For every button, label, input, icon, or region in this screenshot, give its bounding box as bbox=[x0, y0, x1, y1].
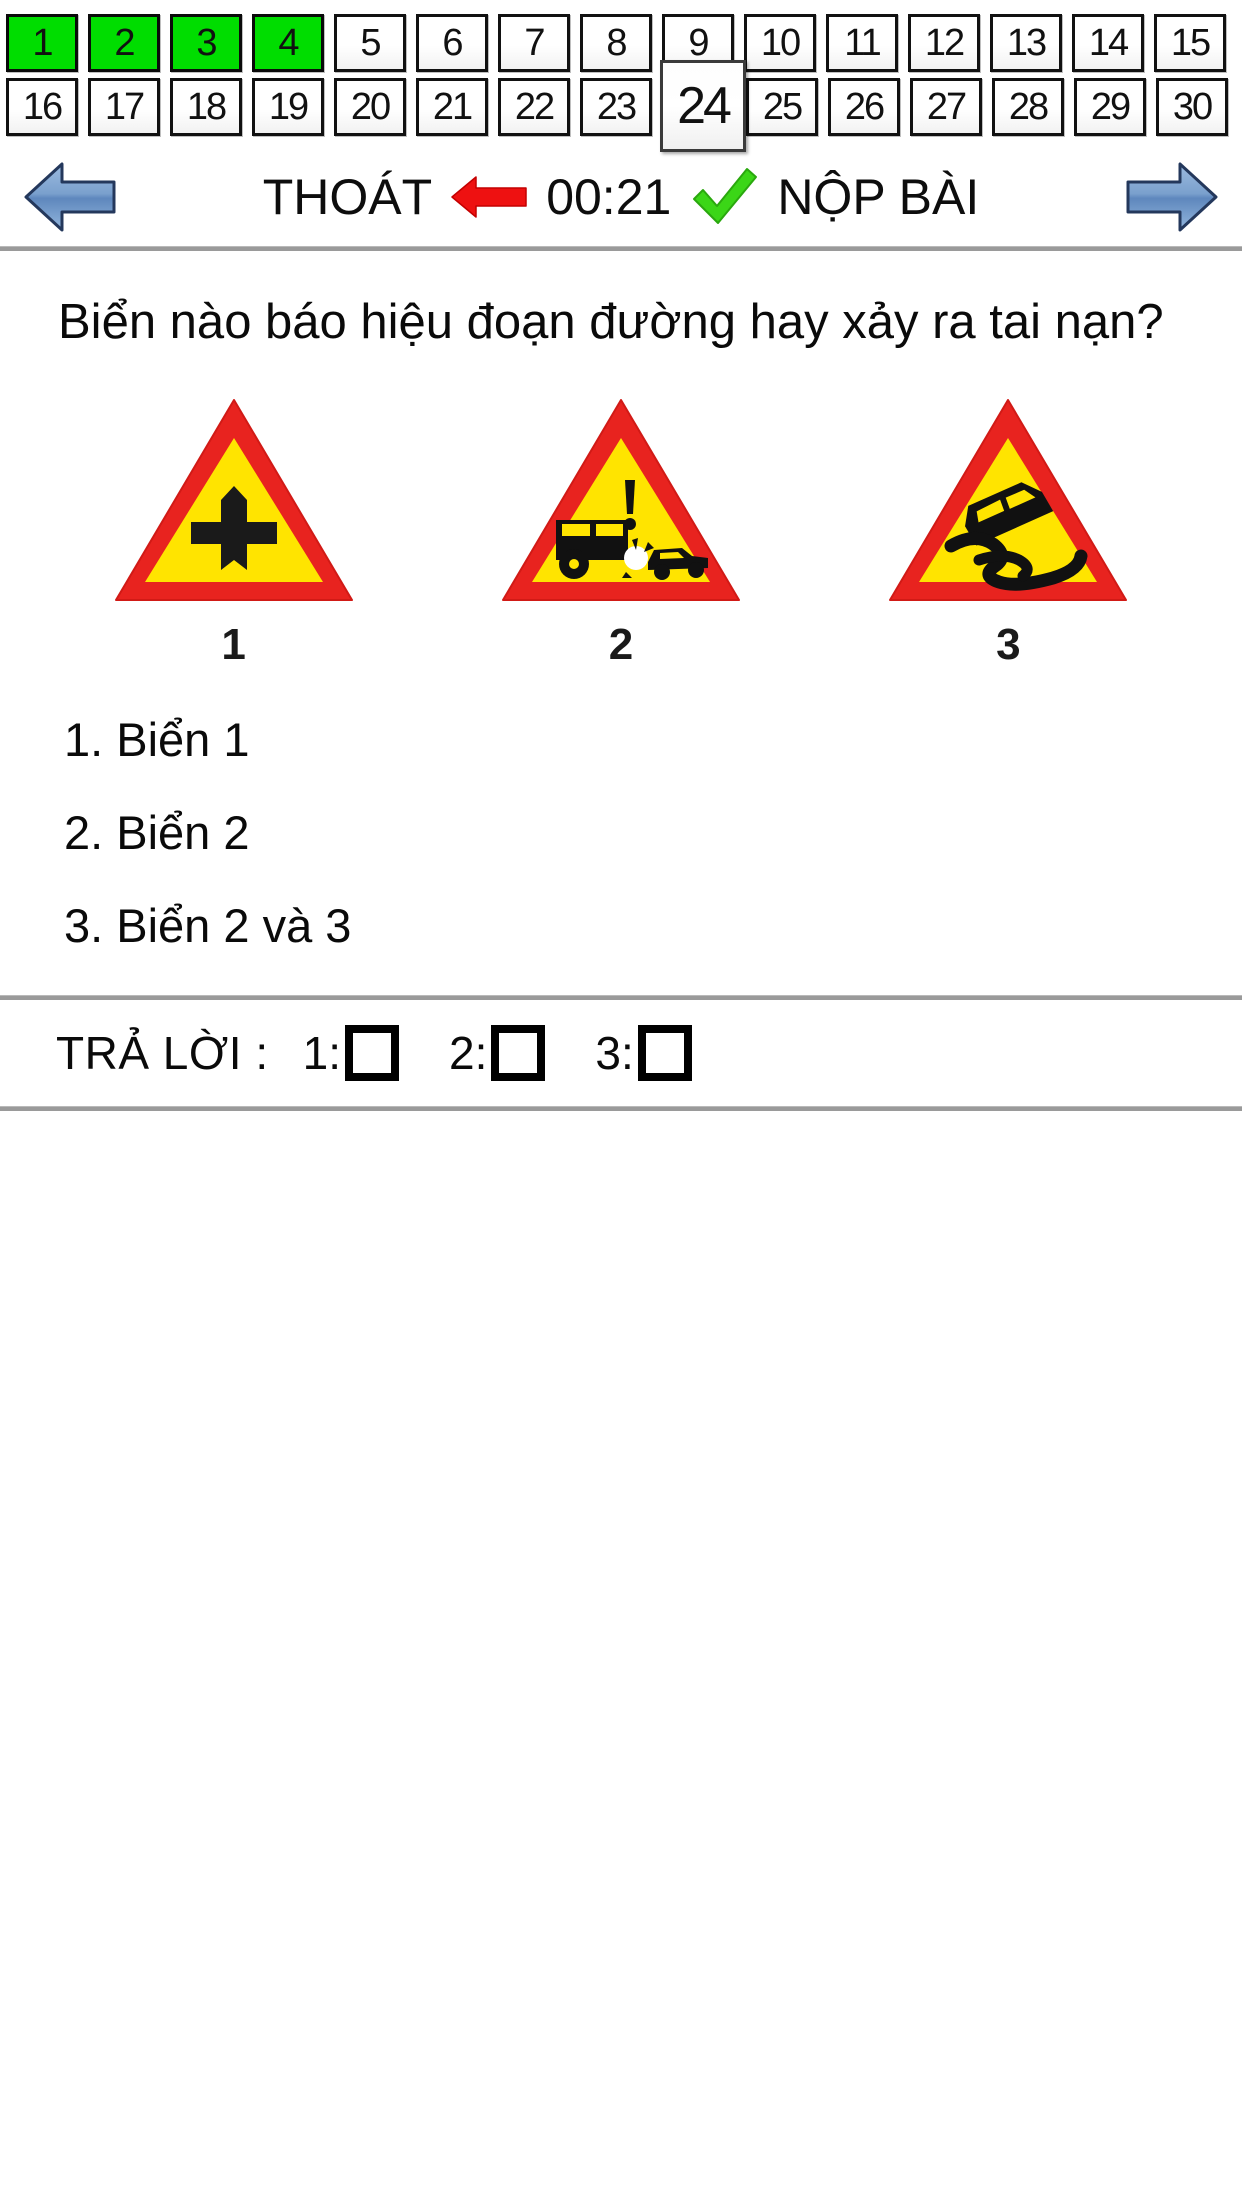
question-number-22[interactable]: 22 bbox=[498, 78, 570, 136]
answer-choice-2[interactable]: 2: bbox=[449, 1024, 546, 1081]
question-number-29[interactable]: 29 bbox=[1074, 78, 1146, 136]
question-number-1[interactable]: 1 bbox=[6, 14, 78, 72]
question-number-12[interactable]: 12 bbox=[908, 14, 980, 72]
question-number-7[interactable]: 7 bbox=[498, 14, 570, 72]
question-number-23[interactable]: 23 bbox=[580, 78, 652, 136]
question-number-8[interactable]: 8 bbox=[580, 14, 652, 72]
sign-block: 2 bbox=[486, 392, 756, 670]
question-text: Biển nào báo hiệu đoạn đường hay xảy ra … bbox=[58, 295, 1164, 349]
question-number-6[interactable]: 6 bbox=[416, 14, 488, 72]
question-number-row: 16 17 18 19 20 21 22 23 24 25 26 27 28 29 30 bbox=[6, 60, 1236, 152]
question-number-27[interactable]: 27 bbox=[910, 78, 982, 136]
question-number-16[interactable]: 16 bbox=[6, 78, 78, 136]
arrow-left-blue-icon[interactable] bbox=[22, 160, 118, 234]
answer-checkbox-3[interactable] bbox=[637, 1024, 692, 1081]
answer-option[interactable]: 3. Biển 2 và 3 bbox=[64, 902, 1242, 949]
question-number-17[interactable]: 17 bbox=[88, 78, 160, 136]
crossroads-warning-sign-icon bbox=[114, 398, 353, 601]
sign-block: 3 bbox=[873, 392, 1143, 670]
submit-button[interactable]: NỘP BÀI bbox=[777, 168, 979, 226]
exam-toolbar: THOÁT 00:21 NỘP BÀI bbox=[0, 148, 1242, 246]
answer-choice-3[interactable]: 3: bbox=[595, 1024, 692, 1081]
answer-choice-number: 2: bbox=[449, 1026, 488, 1079]
toolbar-left-group bbox=[22, 160, 118, 234]
accident-warning-sign-icon bbox=[501, 398, 740, 601]
answer-options-list: 1. Biển 1 2. Biển 2 3. Biển 2 và 3 bbox=[0, 670, 1242, 949]
divider-answer-bottom bbox=[0, 1105, 1242, 1111]
question-number-grid[interactable]: 1 2 3 4 5 6 7 8 9 10 11 12 13 14 15 16 17 18 19 20 21 22 23 24… bbox=[0, 0, 1242, 152]
arrow-right-blue-icon[interactable] bbox=[1124, 160, 1220, 234]
answer-checkbox-1[interactable] bbox=[345, 1024, 400, 1081]
question-number-14[interactable]: 14 bbox=[1072, 14, 1144, 72]
answer-option[interactable]: 2. Biển 2 bbox=[64, 809, 1242, 856]
checkmark-green-icon[interactable] bbox=[689, 166, 759, 228]
question-number-19[interactable]: 19 bbox=[252, 78, 324, 136]
question-number-row: 1 2 3 4 5 6 7 8 9 10 11 12 13 14 15 bbox=[6, 14, 1236, 76]
countdown-timer: 00:21 bbox=[546, 169, 672, 225]
question-number-2[interactable]: 2 bbox=[88, 14, 160, 72]
sign-label: 1 bbox=[221, 619, 246, 669]
question-number-26[interactable]: 26 bbox=[828, 78, 900, 136]
arrow-left-red-icon[interactable] bbox=[450, 174, 528, 220]
answer-bar: TRẢ LỜI : 1: 2: 3: bbox=[0, 1000, 1242, 1106]
answer-checkbox-2[interactable] bbox=[491, 1024, 546, 1081]
answer-choice-number: 3: bbox=[595, 1026, 634, 1079]
answer-choice-1[interactable]: 1: bbox=[302, 1024, 400, 1081]
question-number-30[interactable]: 30 bbox=[1156, 78, 1228, 136]
question-number-25[interactable]: 25 bbox=[746, 78, 818, 136]
question-number-18[interactable]: 18 bbox=[170, 78, 242, 136]
slippery-road-sign-icon bbox=[889, 398, 1128, 601]
sign-label: 3 bbox=[996, 619, 1021, 669]
answer-bar-label: TRẢ LỜI : bbox=[56, 1026, 269, 1079]
question-number-13[interactable]: 13 bbox=[990, 14, 1062, 72]
toolbar-center-group: THOÁT 00:21 NỘP BÀI bbox=[118, 166, 1124, 228]
question-number-21[interactable]: 21 bbox=[416, 78, 488, 136]
answer-choice-number: 1: bbox=[302, 1026, 342, 1079]
question-number-4[interactable]: 4 bbox=[252, 14, 324, 72]
question-number-11[interactable]: 11 bbox=[826, 14, 898, 72]
question-number-24[interactable]: 24 bbox=[660, 60, 746, 152]
question-number-3[interactable]: 3 bbox=[170, 14, 242, 72]
question-number-10[interactable]: 10 bbox=[744, 14, 816, 72]
sign-block: 1 bbox=[99, 392, 369, 670]
exit-button[interactable]: THOÁT bbox=[263, 168, 432, 226]
sign-label: 2 bbox=[608, 619, 634, 669]
toolbar-right-group bbox=[1124, 160, 1220, 234]
sign-images-row: 1 2 3 bbox=[0, 354, 1242, 670]
question-number-5[interactable]: 5 bbox=[334, 14, 406, 72]
question-number-15[interactable]: 15 bbox=[1154, 14, 1226, 72]
question-number-20[interactable]: 20 bbox=[334, 78, 406, 136]
answer-option[interactable]: 1. Biển 1 bbox=[64, 716, 1242, 763]
question-number-28[interactable]: 28 bbox=[992, 78, 1064, 136]
question-section: Biển nào báo hiệu đoạn đường hay xảy ra … bbox=[0, 251, 1242, 354]
